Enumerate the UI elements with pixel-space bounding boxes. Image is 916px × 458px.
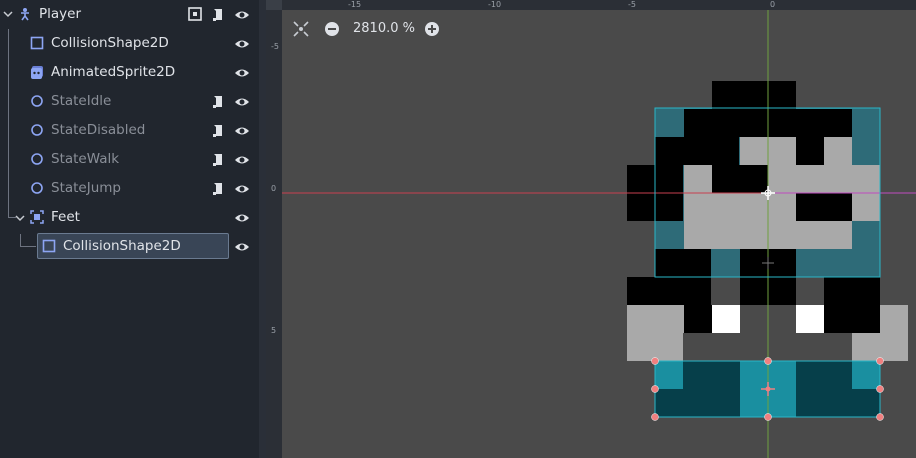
tree-item-label: StateJump [51,180,121,196]
tree-item-feet-collisionshape2d[interactable]: CollisionShape2D [0,232,259,261]
tree-item-feet[interactable]: Feet [0,203,259,232]
eye-icon[interactable] [234,210,250,226]
tree-item-stateidle[interactable]: StateIdle [0,87,259,116]
ruler-label: 0 [271,184,277,193]
script-icon[interactable] [210,152,226,168]
group-selected-icon[interactable] [187,6,203,22]
zoom-level[interactable]: 2810.0 % [353,21,415,36]
ruler-corner [266,0,282,10]
canvas-scene [266,0,916,458]
ruler-left[interactable]: -5 0 5 [266,0,282,458]
collision-shape-icon [42,239,56,253]
script-icon[interactable] [210,181,226,197]
scene-tree-panel: Player CollisionShape2D AnimatedSprite2D… [0,0,259,458]
ruler-label: -10 [488,0,502,9]
zoom-in-icon[interactable] [424,21,440,37]
center-view-icon[interactable] [292,20,310,38]
tree-item-player[interactable]: Player [0,0,259,29]
eye-icon[interactable] [234,65,250,81]
tree-item-label: Feet [51,209,80,225]
eye-icon[interactable] [234,36,250,52]
tree-item-label: StateDisabled [51,122,146,138]
tree-item-label: CollisionShape2D [63,238,181,254]
collapse-arrow-icon[interactable] [15,213,25,223]
eye-icon[interactable] [234,239,250,255]
ruler-label: -5 [628,0,636,9]
tree-item-statewalk[interactable]: StateWalk [0,145,259,174]
tree-item-statedisabled[interactable]: StateDisabled [0,116,259,145]
canvas-viewport[interactable]: -15 -10 -5 0 -5 0 5 2810.0 % [266,0,916,458]
node-circle-icon [31,124,43,136]
eye-icon[interactable] [234,152,250,168]
node-circle-icon [31,95,43,107]
character-body-icon [21,8,29,21]
panel-splitter[interactable] [259,0,266,458]
tree-item-label: StateWalk [51,151,120,167]
zoom-out-icon[interactable] [324,21,340,37]
tree-item-label: StateIdle [51,93,112,109]
eye-icon[interactable] [234,7,250,23]
script-icon[interactable] [210,7,226,23]
ruler-label: 0 [770,0,776,9]
eye-icon[interactable] [234,123,250,139]
tree-item-label: Player [39,6,82,22]
script-icon[interactable] [210,94,226,110]
eye-icon[interactable] [234,181,250,197]
ruler-label: 5 [271,326,277,335]
animated-sprite-icon [31,66,43,79]
collision-shape-icon [30,36,44,50]
tree-item-label: CollisionShape2D [51,35,169,51]
node-circle-icon [31,153,43,165]
collapse-arrow-icon[interactable] [3,9,13,19]
ruler-label: -5 [271,42,279,51]
area-2d-icon [30,210,44,224]
ruler-label: -15 [348,0,362,9]
tree-item-animatedsprite2d[interactable]: AnimatedSprite2D [0,58,259,87]
eye-icon[interactable] [234,94,250,110]
tree-item-collisionshape2d[interactable]: CollisionShape2D [0,29,259,58]
script-icon[interactable] [210,123,226,139]
ruler-top[interactable]: -15 -10 -5 0 [266,0,916,10]
node-circle-icon [31,182,43,194]
tree-item-label: AnimatedSprite2D [51,64,176,80]
tree-item-statejump[interactable]: StateJump [0,174,259,203]
